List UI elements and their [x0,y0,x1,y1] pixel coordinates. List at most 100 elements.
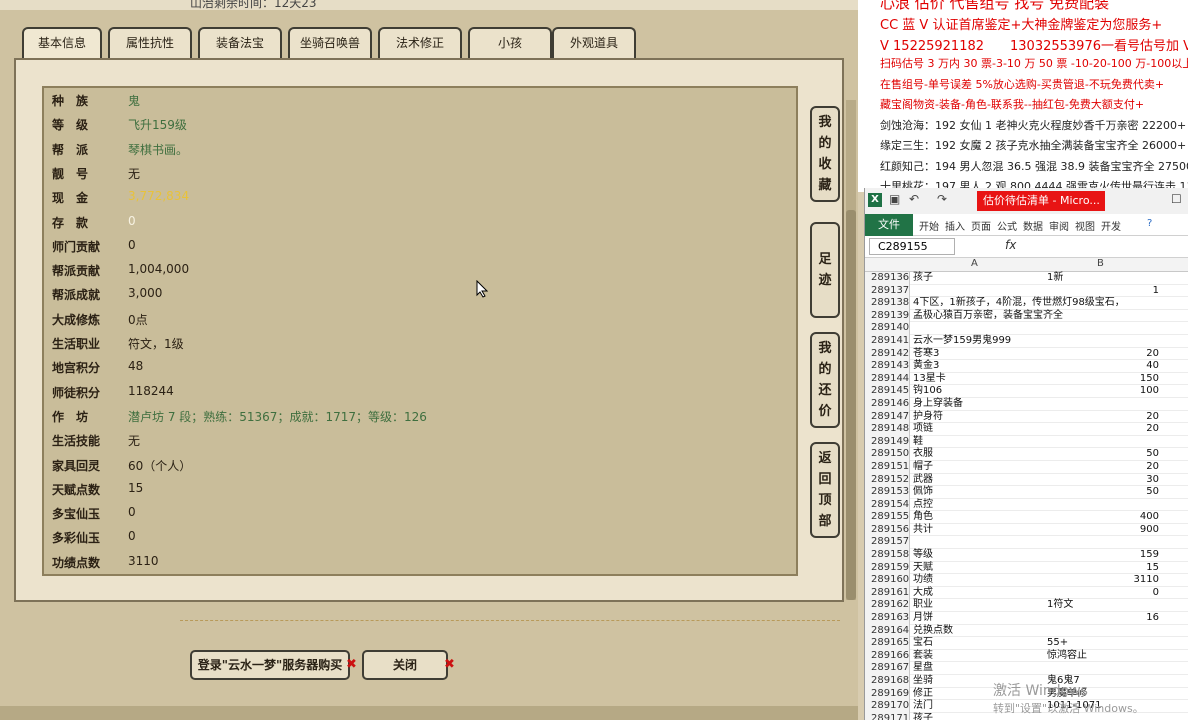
cell-a[interactable]: 天赋 [913,562,933,575]
cell-b[interactable]: 100 [1047,385,1159,398]
row-number[interactable]: 289158 [865,549,910,562]
footprints-button[interactable]: 足 迹 [810,222,840,318]
cell-b[interactable]: 30 [1047,474,1159,487]
row-number[interactable]: 289151 [865,460,910,474]
cell-a[interactable]: 衣服 [913,448,933,461]
row-number[interactable]: 289146 [865,397,910,411]
row-number[interactable]: 289150 [865,448,910,461]
row-number[interactable]: 289168 [865,675,910,688]
login-server-buy-button[interactable]: 登录"云水一梦"服务器购买 [190,650,350,680]
cell-a[interactable]: 星盘 [913,662,933,675]
row-number[interactable]: 289137 [865,284,910,298]
cell-b[interactable]: 159 [1047,549,1159,562]
row-number[interactable]: 289147 [865,410,910,424]
cell-a[interactable]: 点控 [913,499,933,512]
cell-b[interactable]: 50 [1047,448,1159,461]
tab-children[interactable]: 小孩 [468,27,552,59]
cell-a[interactable]: 修正 [913,688,933,701]
cell-a[interactable]: 孩子 [913,713,933,720]
row-number[interactable]: 289160 [865,574,910,587]
cell-b[interactable]: 0 [1047,587,1159,600]
row-number[interactable]: 289139 [865,309,910,323]
tab-equipment[interactable]: 装备法宝 [198,27,282,59]
cell-a[interactable]: 13星卡 [913,373,946,386]
back-to-top-button[interactable]: 返 回 顶 部 [810,442,840,538]
my-favorites-button[interactable]: 我 的 收 藏 [810,106,840,202]
row-number[interactable]: 289145 [865,385,910,398]
cell-a[interactable]: 武器 [913,474,933,487]
ribbon-tab-review[interactable]: 审阅 [1049,218,1069,233]
ribbon-tab-home[interactable]: 开始 [919,218,939,233]
cell-a[interactable]: 等级 [913,549,933,562]
row-number[interactable]: 289143 [865,360,910,373]
cell-a[interactable]: 护身符 [913,411,943,424]
cell-a[interactable]: 月饼 [913,612,933,625]
cell-b[interactable]: 20 [1047,461,1159,474]
row-number[interactable]: 289171 [865,712,910,720]
row-number[interactable]: 289140 [865,322,910,335]
row-number[interactable]: 289136 [865,272,910,285]
cell-b[interactable]: 900 [1047,524,1159,537]
cell-a[interactable]: 项链 [913,423,933,436]
row-number[interactable]: 289142 [865,347,910,361]
cell-b[interactable]: 1 [1047,285,1159,298]
ribbon-tab-insert[interactable]: 插入 [945,218,965,233]
row-number[interactable]: 289170 [865,700,910,713]
fx-icon[interactable]: fx [1005,238,1016,252]
cell-a[interactable]: 黄金3 [913,360,939,373]
row-number[interactable]: 289144 [865,372,910,386]
cell-a[interactable]: 大成 [913,587,933,600]
row-number[interactable]: 289167 [865,662,910,675]
cell-b[interactable]: 400 [1047,511,1159,524]
row-number[interactable]: 289161 [865,586,910,600]
cell-b[interactable]: 55+ [1047,637,1159,650]
cell-b[interactable]: 20 [1047,411,1159,424]
cell-b[interactable]: 20 [1047,423,1159,436]
cell-a[interactable]: 身上穿装备 [913,398,963,411]
scrollbar-thumb[interactable] [846,210,856,600]
cell-a[interactable]: 角色 [913,511,933,524]
row-number[interactable]: 289164 [865,624,910,638]
row-number[interactable]: 289148 [865,423,910,436]
ribbon-tab-view[interactable]: 视图 [1075,218,1095,233]
cell-a[interactable]: 云水一梦159男鬼999 [913,335,1011,348]
cell-b[interactable]: 1新 [1047,272,1159,285]
cell-b[interactable]: 惊鸿容止 [1047,650,1159,663]
row-number[interactable]: 289156 [865,523,910,537]
name-box[interactable]: C289155 [869,238,955,255]
column-header-a[interactable]: A [971,258,978,269]
cell-b[interactable]: 3110 [1047,574,1159,587]
cell-a[interactable]: 佩饰 [913,486,933,499]
cell-b[interactable]: 15 [1047,562,1159,575]
tab-attributes[interactable]: 属性抗性 [108,27,192,59]
cell-a[interactable]: 帽子 [913,461,933,474]
cell-a[interactable]: 法门 [913,700,933,713]
row-number[interactable]: 289162 [865,599,910,613]
cell-a[interactable]: 苍寒3 [913,348,939,361]
cell-a[interactable]: 4下区，1新孩子，4阶混，传世燃灯98级宝石， [913,297,1125,310]
ribbon-tab-formulas[interactable]: 公式 [997,218,1017,233]
file-tab[interactable]: 文件 [865,214,913,236]
cell-b[interactable]: 1符文 [1047,599,1159,612]
row-number[interactable]: 289163 [865,612,910,625]
ribbon-tab-data[interactable]: 数据 [1023,218,1043,233]
undo-icon[interactable]: ↶ [909,192,919,206]
row-number[interactable]: 289166 [865,649,910,663]
cell-a[interactable]: 功绩 [913,574,933,587]
redo-icon[interactable]: ↷ [937,192,947,206]
cell-b[interactable]: 150 [1047,373,1159,386]
save-icon[interactable]: ▣ [889,192,900,206]
cell-a[interactable]: 钩106 [913,385,942,398]
cell-b[interactable]: 16 [1047,612,1159,625]
row-number[interactable]: 289153 [865,486,910,499]
row-number[interactable]: 289149 [865,435,910,449]
row-number[interactable]: 289152 [865,473,910,487]
cell-a[interactable]: 套装 [913,650,933,663]
cell-a[interactable]: 坐骑 [913,675,933,688]
row-number[interactable]: 289138 [865,297,910,310]
my-counter-offer-button[interactable]: 我 的 还 价 [810,332,840,428]
cell-a[interactable]: 孟极心猿百万亲密，装备宝宝齐全 [913,310,1063,323]
row-number[interactable]: 289169 [865,687,910,701]
help-icon[interactable]: ? [1147,218,1152,229]
row-number[interactable]: 289141 [865,334,910,348]
